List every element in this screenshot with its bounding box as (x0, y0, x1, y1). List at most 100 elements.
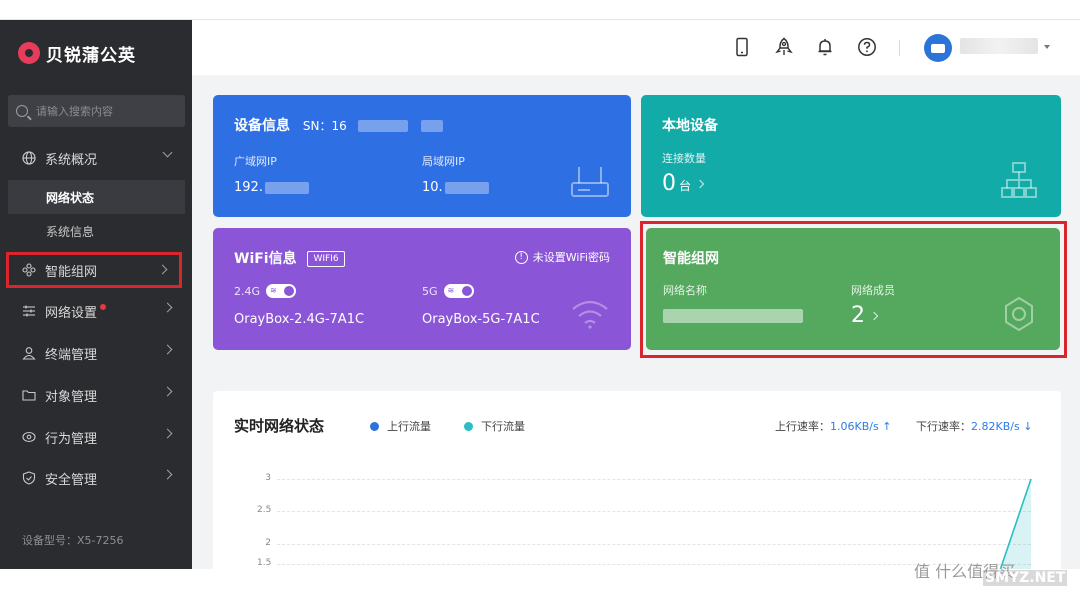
lan-ip-redacted (444, 181, 489, 194)
smart-network-card[interactable]: 智能组网 网络名称 网络成员 2 (646, 228, 1060, 350)
network-name-redacted (663, 308, 803, 323)
brand-name: 贝锐蒲公英 (46, 45, 136, 66)
rocket-icon[interactable] (774, 37, 794, 57)
device-info-title-text: 设备信息 (234, 118, 290, 134)
chevron-right-icon (162, 428, 173, 439)
device-info-card: 设备信息 SN：16 广域网IP 192. 局域网IP 10. (213, 95, 631, 217)
wifi-signal-icon (570, 298, 610, 334)
sidebar-item-label: 终端管理 (45, 347, 98, 363)
band-5g-toggle[interactable]: ≋ (443, 284, 474, 298)
wan-ip-redacted (264, 181, 309, 194)
lan-ip-value: 10. (422, 180, 489, 195)
main-content: 设备信息 SN：16 广域网IP 192. 局域网IP 10. 本地设备 连接数… (192, 75, 1080, 591)
wan-ip-value: 192. (234, 180, 309, 195)
sidebar-subitem-label: 系统信息 (46, 224, 95, 239)
topology-icon (1000, 161, 1038, 203)
chevron-right-icon (869, 311, 879, 321)
sn-label: SN： (302, 119, 332, 133)
sidebar-item-label: 智能组网 (45, 264, 98, 280)
connection-count-value: 0 (662, 171, 676, 196)
wifi-icon: ≋ (447, 286, 455, 295)
caret-down-icon[interactable] (1044, 45, 1050, 49)
network-members-count[interactable]: 2 (851, 303, 879, 328)
band-2g-toggle[interactable]: ≋ (266, 284, 297, 298)
sidebar-item-security-management[interactable]: 安全管理 (8, 462, 185, 494)
wan-ip-prefix: 192. (234, 180, 263, 195)
band-2g-label: 2.4G (234, 284, 261, 298)
wifi-warning-text: 未设置WiFi密码 (532, 251, 610, 264)
wifi6-badge: WIFI6 (307, 251, 345, 267)
lan-ip-label: 局域网IP (422, 155, 465, 168)
wan-ip-label: 广域网IP (234, 155, 277, 168)
header-divider (899, 40, 900, 56)
network-name-value (663, 308, 803, 323)
top-strip (0, 0, 1080, 20)
eye-icon (22, 430, 36, 444)
router-avatar-icon (931, 43, 945, 53)
search-icon (16, 105, 28, 117)
sidebar-item-label: 行为管理 (45, 431, 98, 447)
search-box[interactable] (8, 95, 185, 127)
sidebar-item-object-management[interactable]: 对象管理 (8, 379, 185, 411)
network-name-label: 网络名称 (663, 284, 707, 297)
lan-ip-prefix: 10. (422, 180, 443, 195)
sidebar-subitem-system-info[interactable]: 系统信息 (8, 214, 185, 248)
connection-count-label: 连接数量 (662, 152, 706, 165)
sidebar-item-label: 系统概况 (45, 152, 98, 168)
wifi-info-title-text: WiFi信息 (234, 251, 297, 267)
chevron-right-icon (162, 386, 173, 397)
info-icon: ! (514, 250, 528, 264)
local-devices-title: 本地设备 (662, 118, 718, 134)
wifi-info-card: WiFi信息 WIFI6 ! 未设置WiFi密码 2.4G ≋ OrayBox-… (213, 228, 631, 350)
sidebar-item-system-overview[interactable]: 系统概况 (8, 142, 185, 174)
app-window: 贝锐蒲公英 系统概况 网络状态 系统信息 智能组网 (0, 20, 1080, 591)
connection-count[interactable]: 0台 (662, 171, 705, 196)
folder-icon (22, 388, 36, 402)
chevron-down-icon (162, 147, 173, 158)
device-info-title: 设备信息 SN：16 (234, 115, 443, 135)
connection-count-unit: 台 (679, 179, 692, 193)
shield-icon (22, 471, 36, 485)
sidebar-subitem-network-status[interactable]: 网络状态 (8, 180, 185, 214)
sidebar-item-smart-network[interactable]: 智能组网 (6, 252, 182, 288)
wifi-password-warning[interactable]: ! 未设置WiFi密码 (514, 249, 610, 265)
wifi-info-title: WiFi信息 WIFI6 (234, 248, 345, 268)
top-header (192, 20, 1080, 75)
router-icon (570, 165, 610, 203)
band-5g-label: 5G (422, 284, 438, 298)
globe-icon (22, 151, 36, 165)
chevron-right-icon (157, 264, 168, 275)
wifi-icon: ≋ (270, 286, 277, 295)
sliders-icon (22, 304, 36, 318)
notification-dot (100, 304, 107, 310)
sn-redacted (357, 120, 408, 132)
chevron-right-icon (162, 344, 173, 355)
bell-icon[interactable] (815, 37, 835, 57)
sidebar-item-label: 对象管理 (45, 389, 98, 405)
users-icon (22, 346, 36, 360)
network-members-value: 2 (851, 303, 865, 328)
username-redacted[interactable] (960, 38, 1038, 54)
band-5g-ssid: OrayBox-5G-7A1C (422, 312, 540, 327)
sidebar-item-label: 安全管理 (45, 472, 98, 488)
sidebar-item-network-settings[interactable]: 网络设置 (8, 295, 185, 327)
local-devices-card: 本地设备 连接数量 0台 (641, 95, 1061, 217)
watermark-site: SMYZ.NET (983, 570, 1068, 586)
device-model-text: 设备型号：X5-7256 (22, 534, 124, 547)
chevron-right-icon (162, 469, 173, 480)
band-2g-ssid: OrayBox-2.4G-7A1C (234, 312, 365, 327)
band-2g-row: 2.4G ≋ (234, 284, 297, 298)
chevron-right-icon (162, 302, 173, 313)
search-input[interactable] (36, 104, 176, 118)
chevron-right-icon (695, 179, 705, 189)
mobile-icon[interactable] (732, 37, 752, 57)
smart-network-title: 智能组网 (663, 251, 719, 267)
avatar[interactable] (924, 34, 952, 62)
network-icon (22, 263, 36, 277)
help-icon[interactable] (857, 37, 877, 57)
sidebar-item-terminal-management[interactable]: 终端管理 (8, 337, 185, 369)
logo-icon (18, 42, 40, 64)
brand-logo[interactable]: 贝锐蒲公英 (18, 40, 136, 66)
network-members-label: 网络成员 (851, 284, 895, 297)
sidebar-item-behavior-management[interactable]: 行为管理 (8, 421, 185, 453)
